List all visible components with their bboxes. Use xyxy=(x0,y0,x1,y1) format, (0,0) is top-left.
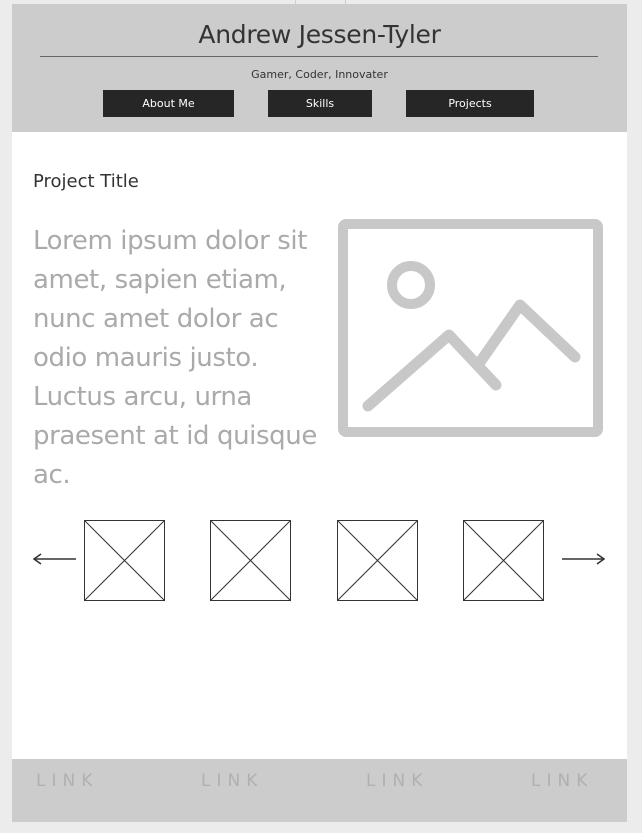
footer-link[interactable]: LINK xyxy=(366,771,428,791)
site-footer: LINK LINK LINK LINK xyxy=(12,759,627,822)
carousel-thumbnail[interactable] xyxy=(463,520,544,606)
nav-about-button[interactable]: About Me xyxy=(103,90,234,117)
footer-link[interactable]: LINK xyxy=(531,771,593,791)
nav-projects-button[interactable]: Projects xyxy=(406,90,534,117)
footer-link[interactable]: LINK xyxy=(201,771,263,791)
arrow-right-icon[interactable] xyxy=(561,552,606,570)
site-title: Andrew Jessen-Tyler xyxy=(198,20,441,49)
carousel-thumbnail[interactable] xyxy=(84,520,165,606)
carousel-thumbnail[interactable] xyxy=(210,520,291,606)
title-divider xyxy=(40,56,598,57)
image-placeholder-icon xyxy=(338,219,603,442)
nav-skills-button[interactable]: Skills xyxy=(268,90,372,117)
project-title: Project Title xyxy=(33,171,139,192)
footer-link[interactable]: LINK xyxy=(36,771,98,791)
project-description: Lorem ipsum dolor sit amet, sapien etiam… xyxy=(33,226,317,490)
site-tagline: Gamer, Coder, Innovater xyxy=(251,68,388,81)
carousel-thumbnail[interactable] xyxy=(337,520,418,606)
arrow-left-icon[interactable] xyxy=(32,552,77,570)
site-header: Andrew Jessen-Tyler Gamer, Coder, Innova… xyxy=(12,4,627,132)
page-container: Andrew Jessen-Tyler Gamer, Coder, Innova… xyxy=(12,4,627,822)
